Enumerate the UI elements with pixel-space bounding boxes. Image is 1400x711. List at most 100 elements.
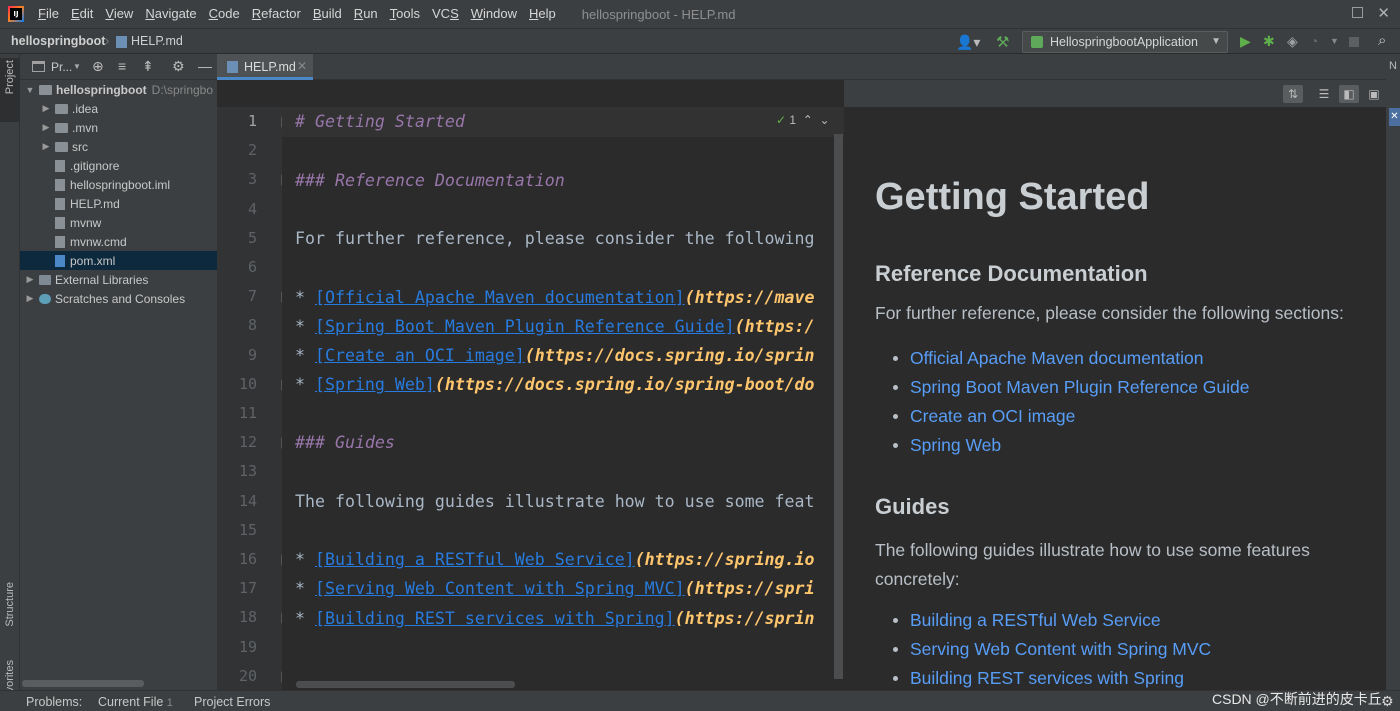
preview-link[interactable]: Building REST services with Spring: [893, 668, 1184, 689]
project-panel-scrollbar[interactable]: [22, 680, 144, 687]
preview-paragraph-1: For further reference, please consider t…: [875, 303, 1344, 323]
hide-panel-icon[interactable]: —: [198, 58, 212, 74]
menu-navigate[interactable]: Navigate: [139, 0, 202, 28]
close-tab-icon[interactable]: ✕: [297, 59, 307, 73]
stop-icon[interactable]: [1349, 37, 1359, 47]
menu-edit[interactable]: Edit: [65, 0, 99, 28]
structure-tool-window-label[interactable]: Structure: [4, 582, 16, 627]
tree-item[interactable]: .gitignore: [20, 156, 217, 175]
tree-item[interactable]: HELP.md: [20, 194, 217, 213]
menu-file[interactable]: File: [32, 0, 65, 28]
tree-item-external-libraries[interactable]: ▶ External Libraries: [20, 270, 217, 289]
link-text[interactable]: [Serving Web Content with Spring MVC]: [315, 579, 685, 598]
preview-only-icon[interactable]: ▣: [1364, 85, 1384, 103]
preview-link[interactable]: Spring Web: [892, 435, 1001, 456]
navigation-bar: hellospringboot › HELP.md 👤▾ ⚒ Hellospri…: [0, 28, 1400, 54]
sync-scroll-icon[interactable]: ⇅: [1283, 85, 1303, 103]
chevron-down-icon[interactable]: ▼: [73, 62, 81, 71]
markdown-file-icon: [227, 61, 238, 73]
tree-item[interactable]: mvnw.cmd: [20, 232, 217, 251]
chevron-right-icon[interactable]: ▶: [40, 122, 52, 133]
search-icon[interactable]: ⌕: [1378, 32, 1386, 49]
preview-link[interactable]: Official Apache Maven documentation: [892, 348, 1203, 369]
link-text[interactable]: [Building REST services with Spring]: [315, 609, 675, 628]
bullet: *: [295, 375, 315, 394]
gear-icon[interactable]: ⚙: [172, 58, 185, 75]
menu-view[interactable]: View: [99, 0, 139, 28]
line-number: 8: [247, 316, 257, 335]
link-text[interactable]: [Building a RESTful Web Service]: [315, 550, 635, 569]
menu-build[interactable]: Build: [307, 0, 348, 28]
scratches-icon: [39, 293, 51, 304]
code-line-8: * [Spring Boot Maven Plugin Reference Gu…: [295, 317, 815, 337]
run-icon[interactable]: ▶: [1240, 33, 1251, 50]
preview-link[interactable]: Building a RESTful Web Service: [893, 610, 1161, 631]
menu-run[interactable]: Run: [348, 0, 384, 28]
project-tool-window-label[interactable]: Project: [4, 60, 16, 94]
tree-root[interactable]: ▼ hellospringboot D:\springbo: [20, 80, 217, 99]
breadcrumb-file[interactable]: HELP.md: [131, 34, 183, 48]
preview-link[interactable]: Spring Boot Maven Plugin Reference Guide: [893, 377, 1250, 398]
menu-code[interactable]: Code: [203, 0, 246, 28]
gear-icon[interactable]: ⚙: [1381, 693, 1394, 710]
tree-item-scratches[interactable]: ▶ Scratches and Consoles: [20, 289, 217, 308]
close-preview-icon[interactable]: ✕: [1389, 108, 1400, 126]
menu-window[interactable]: Window: [465, 0, 523, 28]
link-text[interactable]: [Spring Web]: [315, 375, 435, 394]
project-view-selector[interactable]: Pr...: [51, 60, 72, 74]
intellij-logo-icon[interactable]: IJ: [8, 6, 24, 22]
tree-item-label: External Libraries: [55, 272, 149, 287]
chevron-down-icon[interactable]: ▼: [1330, 36, 1339, 46]
chevron-right-icon[interactable]: ▶: [40, 103, 52, 114]
code-line-18: * [Building REST services with Spring](h…: [295, 609, 815, 629]
editor-vertical-scrollbar[interactable]: [834, 134, 843, 679]
link-text[interactable]: [Official Apache Maven documentation]: [315, 288, 685, 307]
run-with-coverage-icon[interactable]: ◈: [1287, 33, 1298, 50]
close-window-icon[interactable]: ✕: [1377, 4, 1390, 22]
expand-all-icon[interactable]: ≡: [118, 58, 126, 74]
run-configuration-select[interactable]: HellospringbootApplication ▼: [1022, 31, 1228, 53]
tab-current-file[interactable]: Current File 1: [98, 695, 173, 709]
tree-item[interactable]: pom.xml: [20, 251, 217, 270]
user-icon[interactable]: 👤▾: [956, 34, 980, 51]
collapse-all-icon[interactable]: ⇞: [142, 58, 154, 75]
menu-refactor[interactable]: Refactor: [246, 0, 307, 28]
chevron-right-icon[interactable]: ▶: [24, 274, 36, 285]
tree-item[interactable]: ▶ .idea: [20, 99, 217, 118]
tab-help-md[interactable]: HELP.md ✕: [217, 54, 313, 80]
chevron-down-icon[interactable]: ▼: [24, 85, 36, 95]
link-text[interactable]: [Spring Boot Maven Plugin Reference Guid…: [315, 317, 735, 336]
profiler-icon[interactable]: ◔: [1310, 33, 1318, 49]
chevron-up-icon[interactable]: ⌃: [803, 113, 813, 127]
editor-horizontal-scrollbar[interactable]: [296, 681, 515, 688]
editor-tab-bar: HELP.md ✕: [217, 54, 1400, 80]
window-title: hellospringboot - HELP.md: [581, 6, 736, 22]
tree-item[interactable]: hellospringboot.iml: [20, 175, 217, 194]
restore-window-icon[interactable]: [1352, 7, 1363, 18]
preview-link[interactable]: Serving Web Content with Spring MVC: [892, 639, 1211, 660]
tree-item-label: .gitignore: [70, 158, 120, 173]
chevron-down-icon[interactable]: ⌄: [820, 113, 830, 127]
editor-and-preview-icon[interactable]: ◧: [1339, 85, 1359, 103]
menu-vcs[interactable]: VCS: [426, 0, 465, 28]
preview-link[interactable]: Create an OCI image: [892, 406, 1075, 427]
menu-tools[interactable]: Tools: [384, 0, 426, 28]
chevron-right-icon[interactable]: ▶: [40, 141, 52, 152]
build-hammer-icon[interactable]: ⚒: [996, 33, 1009, 51]
locate-file-icon[interactable]: ⊕: [92, 58, 104, 75]
tree-item[interactable]: ▶ .mvn: [20, 118, 217, 137]
library-icon: [39, 274, 51, 285]
link-text[interactable]: [Create an OCI image]: [315, 346, 525, 365]
menu-help[interactable]: Help: [523, 0, 562, 28]
editor-gutter: 1 2 3 4 5 6 7 8 9 10 11 12 13 14 15 16 17 18 19 20: [217, 107, 293, 690]
chevron-right-icon[interactable]: ▶: [24, 293, 36, 304]
inspection-widget[interactable]: ✓ 1 ⌃ ⌄: [776, 113, 830, 127]
editor-only-icon[interactable]: ☰: [1314, 85, 1334, 103]
markdown-editor[interactable]: # Getting Started ### Reference Document…: [282, 107, 844, 690]
tree-item[interactable]: mvnw: [20, 213, 217, 232]
tab-project-errors[interactable]: Project Errors: [194, 695, 270, 709]
debug-bug-icon[interactable]: ✱: [1263, 33, 1275, 50]
tree-item[interactable]: ▶ src: [20, 137, 217, 156]
breadcrumb-project[interactable]: hellospringboot: [11, 34, 105, 48]
right-strip-label[interactable]: N: [1386, 54, 1400, 80]
